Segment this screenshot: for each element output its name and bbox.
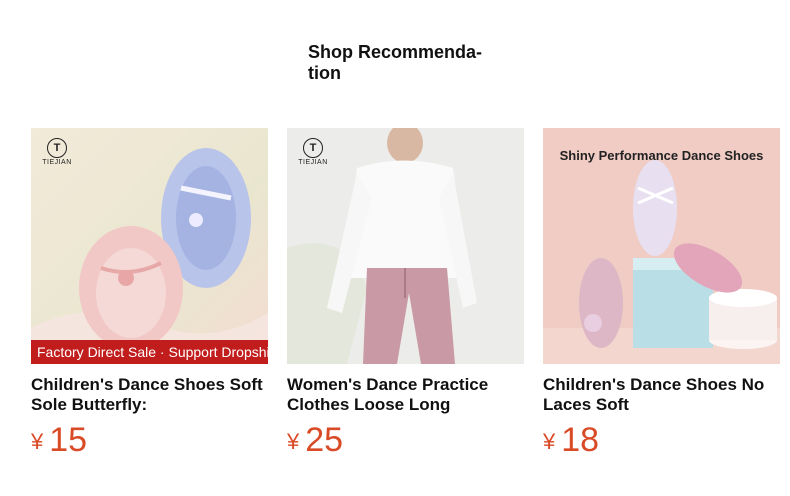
performance-shoes-photo xyxy=(543,128,780,364)
section-title: Shop Recommenda-tion xyxy=(308,42,483,83)
brand-logo: T TIEJIAN xyxy=(293,138,333,166)
product-price: ¥18 xyxy=(543,421,780,460)
price-currency: ¥ xyxy=(543,429,556,454)
price-value: 15 xyxy=(49,421,88,459)
product-image[interactable]: T TIEJIAN Factory Direct Sale · Support … xyxy=(31,128,268,364)
product-name[interactable]: Children's Dance Shoes No Laces Soft xyxy=(543,375,780,415)
product-card[interactable]: Shiny Performance Dance Shoes Children's… xyxy=(543,128,780,460)
product-image[interactable]: T TIEJIAN xyxy=(287,128,524,364)
product-name[interactable]: Women's Dance Practice Clothes Loose Lon… xyxy=(287,375,524,415)
price-value: 18 xyxy=(561,421,600,459)
product-card[interactable]: T TIEJIAN Women's Dance Practice Clothes… xyxy=(287,128,524,460)
brand-logo: T TIEJIAN xyxy=(37,138,77,166)
price-value: 25 xyxy=(305,421,344,459)
brand-mark-icon: T xyxy=(303,138,323,158)
price-currency: ¥ xyxy=(287,429,300,454)
product-image[interactable]: Shiny Performance Dance Shoes xyxy=(543,128,780,364)
product-card[interactable]: T TIEJIAN Factory Direct Sale · Support … xyxy=(31,128,268,460)
price-currency: ¥ xyxy=(31,429,44,454)
promo-banner: Factory Direct Sale · Support Dropshippi… xyxy=(31,340,268,364)
product-name[interactable]: Children's Dance Shoes Soft Sole Butterf… xyxy=(31,375,268,415)
product-price: ¥25 xyxy=(287,421,524,460)
brand-mark-icon: T xyxy=(47,138,67,158)
product-price: ¥15 xyxy=(31,421,268,460)
image-overlay-title: Shiny Performance Dance Shoes xyxy=(559,148,764,163)
